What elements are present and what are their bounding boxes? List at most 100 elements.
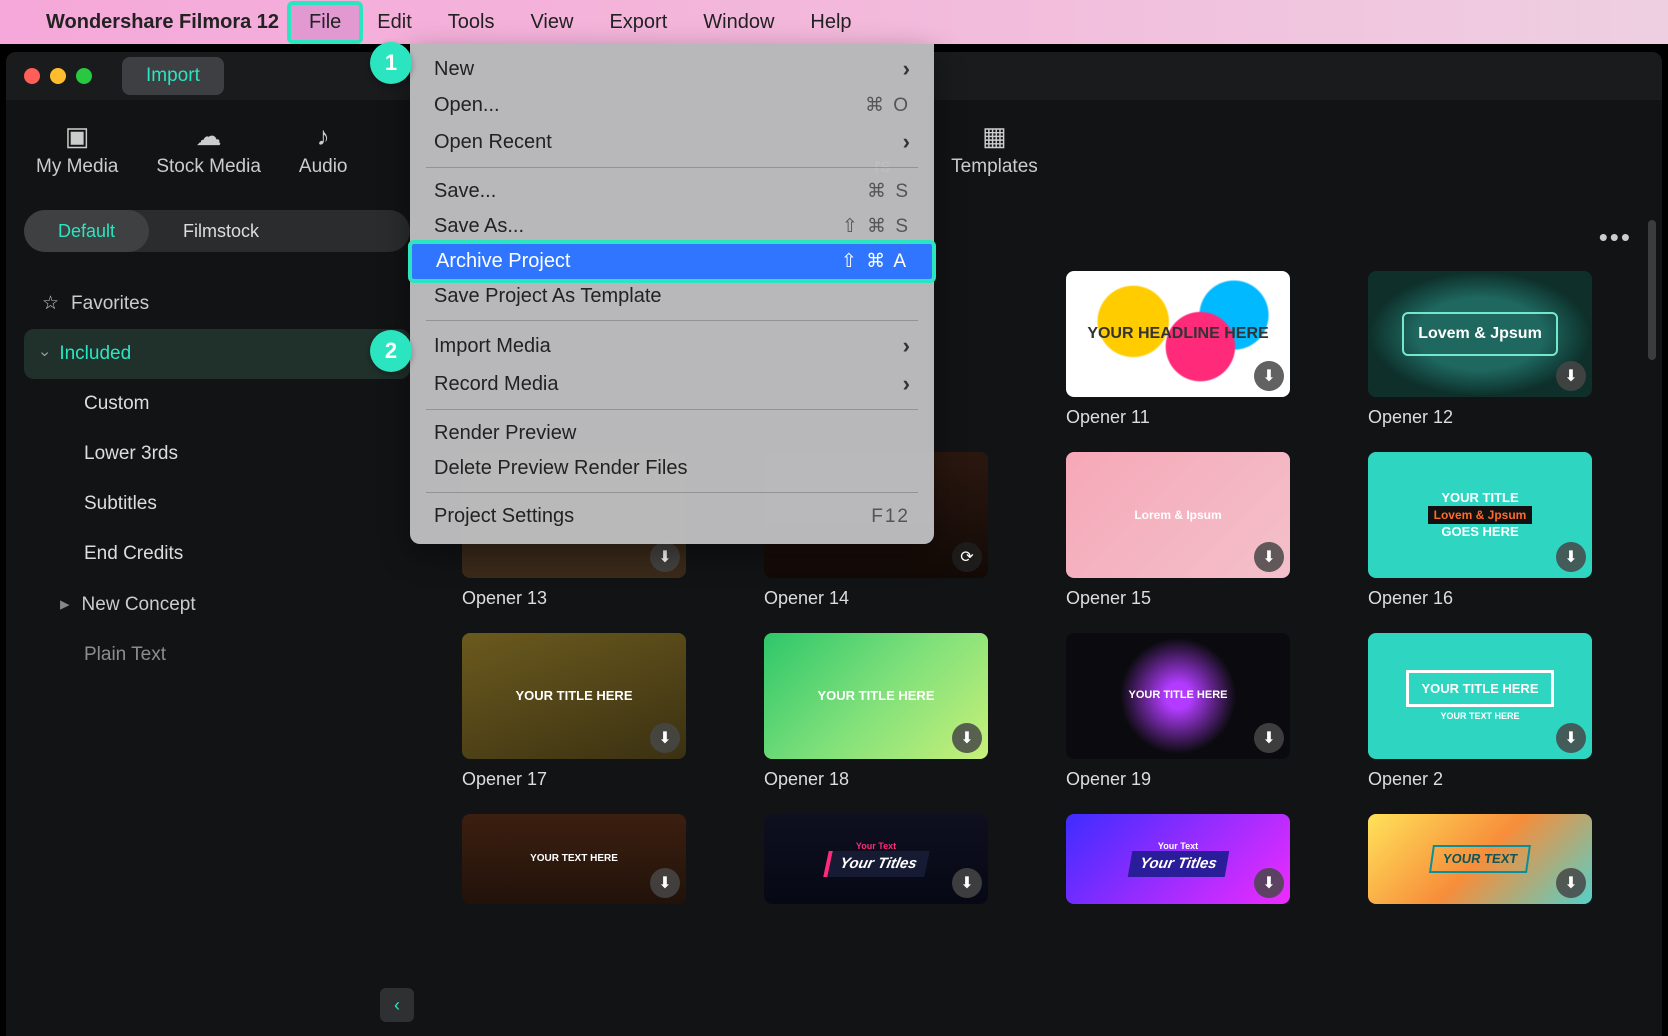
collapse-sidebar-button[interactable]: ‹: [380, 988, 414, 1022]
menu-separator: [426, 492, 918, 493]
chevron-right-icon: ›: [903, 56, 910, 82]
download-icon[interactable]: ⬇: [1254, 723, 1284, 753]
minimize-icon[interactable]: [50, 68, 66, 84]
card-opener-16[interactable]: YOUR TITLE Lovem & Jpsum GOES HERE ⬇ Ope…: [1368, 452, 1592, 609]
download-icon[interactable]: ⬇: [1556, 723, 1586, 753]
download-icon[interactable]: ⬇: [650, 868, 680, 898]
chevron-down-icon: ›: [36, 351, 54, 356]
menu-item-record-media[interactable]: Record Media›: [410, 365, 934, 403]
menu-item-save-as[interactable]: Save As...⇧ ⌘ S: [410, 209, 934, 244]
tab-my-media[interactable]: ▣My Media: [36, 122, 118, 178]
sidebar-item-end-credits[interactable]: End Credits: [24, 529, 410, 579]
card-label: Opener 15: [1066, 588, 1290, 609]
callout-1: 1: [370, 42, 412, 84]
sidebar-item-lower-3rds[interactable]: Lower 3rds: [24, 429, 410, 479]
menu-item-new[interactable]: New›: [410, 50, 934, 88]
callout-2: 2: [370, 330, 412, 372]
tab-audio[interactable]: ♪Audio: [299, 122, 348, 178]
traffic-lights: [24, 68, 92, 84]
maximize-icon[interactable]: [76, 68, 92, 84]
menu-separator: [426, 409, 918, 410]
download-icon[interactable]: ⬇: [650, 542, 680, 572]
download-icon[interactable]: ⬇: [1254, 542, 1284, 572]
menu-item-project-settings[interactable]: Project SettingsF12: [410, 499, 934, 534]
card-opener-2[interactable]: YOUR TITLE HERE YOUR TEXT HERE ⬇ Opener …: [1368, 633, 1592, 790]
card-row4-2[interactable]: Your Text Your Titles ⬇: [764, 814, 988, 904]
refresh-icon[interactable]: ⟳: [952, 542, 982, 572]
scrollbar[interactable]: [1648, 220, 1656, 360]
menu-item-save[interactable]: Save...⌘ S: [410, 174, 934, 209]
chevron-right-icon: ›: [903, 371, 910, 397]
filter-tabs: Default Filmstock: [24, 210, 410, 252]
sidebar-item-subtitles[interactable]: Subtitles: [24, 479, 410, 529]
card-label: Opener 13: [462, 588, 686, 609]
music-icon: ♪: [306, 122, 340, 150]
menu-item-save-template[interactable]: Save Project As Template: [410, 279, 934, 314]
download-icon[interactable]: ⬇: [1254, 868, 1284, 898]
chevron-right-icon: ›: [903, 129, 910, 155]
sidebar-item-favorites[interactable]: ☆ Favorites: [24, 278, 410, 329]
menu-file[interactable]: File: [291, 5, 359, 40]
menu-item-render-preview[interactable]: Render Preview: [410, 416, 934, 451]
cloud-icon: ☁: [192, 122, 226, 150]
filter-default[interactable]: Default: [24, 210, 149, 252]
filter-filmstock[interactable]: Filmstock: [149, 210, 293, 252]
menu-tools[interactable]: Tools: [430, 5, 513, 40]
card-row4-3[interactable]: Your Text Your Titles ⬇: [1066, 814, 1290, 904]
sidebar-item-new-concept[interactable]: ▸ New Concept: [24, 579, 410, 630]
tab-stock-media[interactable]: ☁Stock Media: [156, 122, 261, 178]
chevron-right-icon: ›: [903, 333, 910, 359]
card-row4-1[interactable]: YOUR TEXT HERE⬇: [462, 814, 686, 904]
download-icon[interactable]: ⬇: [1556, 868, 1586, 898]
macos-menubar: Wondershare Filmora 12 File Edit Tools V…: [0, 0, 1668, 44]
menu-help[interactable]: Help: [792, 5, 869, 40]
menu-item-open-recent[interactable]: Open Recent›: [410, 123, 934, 161]
sidebar-item-included[interactable]: › Included: [24, 329, 410, 379]
menu-item-archive-project[interactable]: Archive Project⇧ ⌘ A: [412, 244, 932, 279]
sidebar-item-label: Favorites: [71, 293, 149, 315]
download-icon[interactable]: ⬇: [1556, 361, 1586, 391]
menu-item-import-media[interactable]: Import Media›: [410, 327, 934, 365]
sidebar-item-label: Included: [59, 343, 131, 365]
sidebar-item-plain-text[interactable]: Plain Text: [24, 630, 410, 680]
card-row4-4[interactable]: YOUR TEXT⬇: [1368, 814, 1592, 904]
card-opener-19[interactable]: YOUR TITLE HERE⬇ Opener 19: [1066, 633, 1290, 790]
sidebar-item-custom[interactable]: Custom: [24, 379, 410, 429]
chevron-right-icon: ▸: [60, 593, 70, 616]
download-icon[interactable]: ⬇: [952, 868, 982, 898]
card-label: Opener 14: [764, 588, 988, 609]
card-opener-11[interactable]: YOUR HEADLINE HERE⬇ Opener 11: [1066, 271, 1290, 428]
templates-icon: ▦: [977, 122, 1011, 150]
card-opener-12[interactable]: Lovem & Jpsum⬇ Opener 12: [1368, 271, 1592, 428]
card-opener-15[interactable]: Lorem & Ipsum⬇ Opener 15: [1066, 452, 1290, 609]
card-opener-17[interactable]: YOUR TITLE HERE⬇ Opener 17: [462, 633, 686, 790]
download-icon[interactable]: ⬇: [1254, 361, 1284, 391]
menu-separator: [426, 167, 918, 168]
download-icon[interactable]: ⬇: [952, 723, 982, 753]
app-name[interactable]: Wondershare Filmora 12: [28, 5, 291, 40]
menu-edit[interactable]: Edit: [359, 5, 429, 40]
download-icon[interactable]: ⬇: [650, 723, 680, 753]
card-label: Opener 12: [1368, 407, 1592, 428]
card-label: Opener 2: [1368, 769, 1592, 790]
menu-export[interactable]: Export: [591, 5, 685, 40]
card-label: Opener 16: [1368, 588, 1592, 609]
import-button[interactable]: Import: [122, 57, 224, 95]
close-icon[interactable]: [24, 68, 40, 84]
card-opener-18[interactable]: YOUR TITLE HERE⬇ Opener 18: [764, 633, 988, 790]
sidebar-item-label: New Concept: [82, 594, 196, 616]
menu-item-open[interactable]: Open...⌘ O: [410, 88, 934, 123]
more-icon[interactable]: •••: [1599, 222, 1632, 253]
sidebar: Default Filmstock ☆ Favorites › Included…: [6, 200, 428, 1036]
menu-item-delete-preview[interactable]: Delete Preview Render Files: [410, 451, 934, 486]
star-icon: ☆: [42, 292, 59, 315]
menu-separator: [426, 320, 918, 321]
file-dropdown: New› Open...⌘ O Open Recent› Save...⌘ S …: [410, 44, 934, 544]
menu-window[interactable]: Window: [685, 5, 792, 40]
media-icon: ▣: [60, 122, 94, 150]
tab-templates[interactable]: ▦Templates: [951, 122, 1038, 178]
card-label: Opener 11: [1066, 407, 1290, 428]
card-label: Opener 17: [462, 769, 686, 790]
menu-view[interactable]: View: [512, 5, 591, 40]
download-icon[interactable]: ⬇: [1556, 542, 1586, 572]
